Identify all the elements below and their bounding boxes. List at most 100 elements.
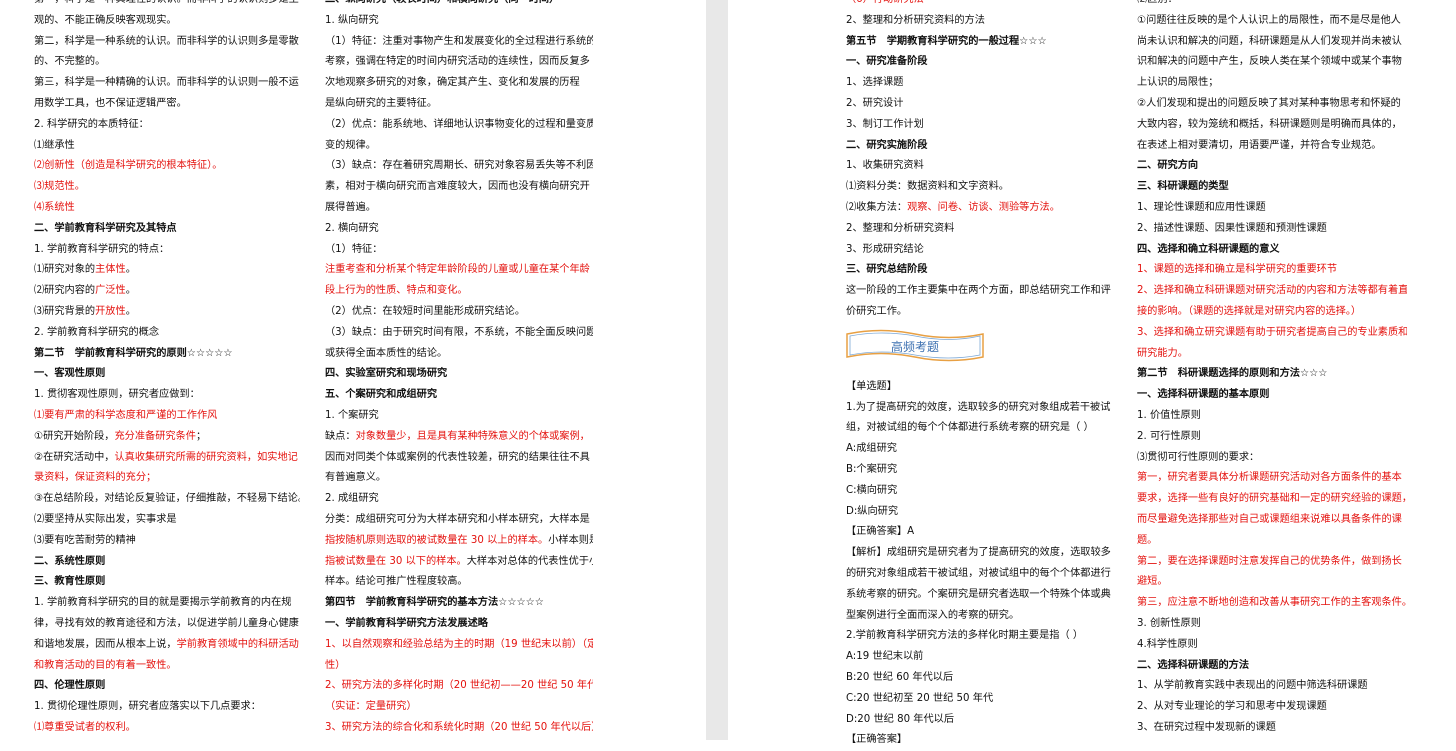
section-heading: 四、选择和确立科研课题的意义 bbox=[1137, 243, 1280, 255]
text-line: 素，相对于横向研究而言难度较大，因而也没有横向研究开 bbox=[325, 181, 590, 193]
text-line: B:个案研究 bbox=[846, 463, 898, 475]
text-line: 缺点：对象数量少，且是具有某种特殊意义的个体或案例， bbox=[325, 427, 593, 448]
text-line: 指被试数量在 30 以下的样本。大样本对总体的代表性优于小 bbox=[325, 552, 593, 573]
text-line: （3）缺点：由于研究时间有限，不系统，不能全面反映问题 bbox=[325, 326, 593, 338]
text-line: 2. 横向研究 bbox=[325, 222, 379, 234]
text-line: ⑴资料分类：数据资料和文字资料。 bbox=[846, 181, 1009, 193]
text-line: 第二，科学是一种系统的认识。而非科学的认识则多是零散 bbox=[34, 35, 299, 47]
text-line: 组，对被试组的每个个体都进行系统考察的研究是（ ） bbox=[846, 422, 1094, 434]
section-heading: 一、学前教育科学研究方法发展述略 bbox=[325, 617, 488, 629]
text-line: 1、从学前教育实践中表现出的问题中筛选科研课题 bbox=[1137, 680, 1368, 692]
highlight-text: 充分准备研究条件 bbox=[114, 430, 196, 442]
text-column-right-2: ⑵区别： ①问题往往反映的是个人认识上的局限性，而不是尽是他人尚未认识和解决的问题… bbox=[1137, 0, 1407, 739]
highlight-text: 指按随机原则选取的被试数量在 30 以上的样本。 bbox=[325, 534, 549, 546]
text-line: 2、整理和分析研究资料 bbox=[846, 222, 955, 234]
highlight-text: 指被试数量在 30 以下的样本。 bbox=[325, 555, 467, 567]
text-line: 研究能力。 bbox=[1137, 347, 1188, 359]
text-line: （3）缺点：存在着研究周期长、研究对象容易丢失等不利因 bbox=[325, 160, 593, 172]
section-heading: 三、教育性原则 bbox=[34, 576, 106, 588]
banner-label: 高频考题 bbox=[891, 339, 939, 354]
text-line: ⑶贯彻可行性原则的要求： bbox=[1137, 451, 1260, 463]
text-line: ⑴尊重受试者的权利。 bbox=[34, 721, 136, 733]
text-line: 避短。 bbox=[1137, 576, 1168, 588]
text-line: 3、研究方法的综合化和系统化时期（20 世纪 50 年代以后） bbox=[325, 721, 593, 733]
text-line: 指按随机原则选取的被试数量在 30 以上的样本。小样本则是 bbox=[325, 531, 593, 552]
text-line: D:20 世纪 80 年代以后 bbox=[846, 713, 955, 725]
text-line: （2）优点：在较短时间里能形成研究结论。 bbox=[325, 305, 526, 317]
highlight-text: 广泛性 bbox=[95, 285, 126, 297]
text-line: 和教育活动的目的有着一致性。 bbox=[34, 659, 177, 671]
text-line: 2、整理和分析研究资料的方法 bbox=[846, 14, 985, 26]
text-line: 在表述上相对要清切，用语要严谨，并符合专业规范。 bbox=[1137, 139, 1382, 151]
section-heading: 二、学前教育科学研究及其特点 bbox=[34, 222, 177, 234]
text-line: ①研究开始阶段，充分准备研究条件； bbox=[34, 427, 300, 448]
text-line: 2、研究设计 bbox=[846, 97, 904, 109]
text-line: ⑷系统性 bbox=[34, 201, 75, 213]
document-page-left: 第一，科学是一种真理性的认识。而非科学的认识则多是主观的、不能正确反映客观现实。… bbox=[0, 0, 706, 740]
text-line: 要求，选择一些有良好的研究基础和一定的研究经验的课题， bbox=[1137, 493, 1407, 505]
text-line: 和谐地发展，因而从根本上说，学前教育领域中的科研活动 bbox=[34, 635, 300, 656]
text-line: 2. 成组研究 bbox=[325, 493, 379, 505]
text-line: 【正确答案】A bbox=[846, 526, 915, 538]
text-column-left-1: 第一，科学是一种真理性的认识。而非科学的认识则多是主观的、不能正确反映客观现实。… bbox=[34, 0, 300, 739]
text-line: 1. 贯彻客观性原则，研究者应做到： bbox=[34, 389, 200, 401]
text-line: ⑵要坚持从实际出发，实事求是 bbox=[34, 513, 177, 525]
text-line: A:19 世纪末以前 bbox=[846, 651, 924, 663]
text-line: 的研究对象组成若干被试组，对被试组中的每个个体都进行 bbox=[846, 567, 1111, 579]
text-line: 第一，科学是一种真理性的认识。而非科学的认识则多是主 bbox=[34, 0, 300, 11]
plain-text: ⑵收集方法： bbox=[846, 201, 908, 213]
section-heading: 一、选择科研课题的基本原则 bbox=[1137, 389, 1270, 401]
document-page-right: （6）行动研究法 2、整理和分析研究资料的方法第五节 学期教育科学研究的一般过程☆… bbox=[728, 0, 1456, 745]
text-line: ⑵区别： bbox=[1137, 0, 1407, 11]
text-line: B:20 世纪 60 年代以后 bbox=[846, 671, 954, 683]
text-line: 1.为了提高研究的效度，选取较多的研究对象组成若干被试 bbox=[846, 401, 1111, 413]
text-line: 上认识的局限性； bbox=[1137, 77, 1219, 89]
text-line: 2. 科学研究的本质特征： bbox=[34, 118, 149, 130]
text-line: 3、在研究过程中发现新的课题 bbox=[1137, 721, 1276, 733]
text-line: （1）特征：注重对事物产生和发展变化的全过程进行系统的 bbox=[325, 35, 593, 47]
text-line: 3、制订工作计划 bbox=[846, 118, 924, 130]
highlight-text: 开放性 bbox=[95, 305, 126, 317]
text-line: ⑶研究背景的开放性。 bbox=[34, 302, 300, 323]
text-line: 样本。结论可推广性程度较高。 bbox=[325, 576, 468, 588]
text-line: 2.学前教育科学研究方法的多样化时期主要是指（ ） bbox=[846, 630, 1084, 642]
text-line: 3. 创新性原则 bbox=[1137, 617, 1201, 629]
text-line: 变的规律。 bbox=[325, 139, 376, 151]
text-line: ①问题往往反映的是个人认识上的局限性，而不是尽是他人 bbox=[1137, 14, 1401, 26]
text-line: 性） bbox=[325, 659, 346, 671]
text-line: 1、课题的选择和确立是科学研究的重要环节 bbox=[1137, 264, 1338, 276]
section-heading: 二、纵向研究（较长时间）和横向研究（同一时间） bbox=[325, 0, 593, 11]
page-gutter bbox=[706, 0, 728, 740]
plain-text: ⑶研究背景的 bbox=[34, 305, 96, 317]
text-column-left-2: 二、纵向研究（较长时间）和横向研究（同一时间） 1. 纵向研究 （1）特征：注重对事… bbox=[325, 0, 593, 739]
text-line: 考察，强调在特定的时间内研究活动的连续性，因而反复多 bbox=[325, 56, 590, 68]
text-line: 1. 学前教育科学研究的特点： bbox=[34, 243, 170, 255]
plain-text: ②在研究活动中， bbox=[34, 451, 115, 463]
text-line: 第三，科学是一种精确的认识。而非科学的认识则一般不运 bbox=[34, 77, 299, 89]
text-line: C:横向研究 bbox=[846, 484, 898, 496]
text-line: 题。 bbox=[1137, 534, 1158, 546]
section-heading: 二、研究方向 bbox=[1137, 160, 1199, 172]
text-line: （2）优点：能系统地、详细地认识事物变化的过程和量变质 bbox=[325, 118, 593, 130]
section-heading: 三、研究总结阶段 bbox=[846, 264, 928, 276]
text-line: 1、收集研究资料 bbox=[846, 160, 924, 172]
plain-text: 大样本对总体的代表性优于小 bbox=[466, 555, 593, 567]
text-line: D:纵向研究 bbox=[846, 505, 899, 517]
text-line: 2、研究方法的多样化时期（20 世纪初——20 世纪 50 年代） bbox=[325, 680, 593, 692]
plain-text: ⑴研究对象的 bbox=[34, 264, 96, 276]
text-line: 有普遍意义。 bbox=[325, 472, 387, 484]
text-line: ③在总结阶段，对结论反复验证，仔细推敲，不轻易下结论。 bbox=[34, 493, 300, 505]
text-line: C:20 世纪初至 20 世纪 50 年代 bbox=[846, 692, 994, 704]
text-line: 2. 可行性原则 bbox=[1137, 430, 1201, 442]
text-line: 2、从对专业理论的学习和思考中发现课题 bbox=[1137, 701, 1327, 713]
text-line: ⑶要有吃苦耐劳的精神 bbox=[34, 534, 136, 546]
text-line: 1. 个案研究 bbox=[325, 409, 379, 421]
text-line: 型案例进行全面而深入的考察的研究。 bbox=[846, 609, 1020, 621]
text-line: 1. 贯彻伦理性原则，研究者应落实以下几点要求： bbox=[34, 701, 261, 713]
text-line: 录资料，保证资料的充分； bbox=[34, 472, 157, 484]
text-line: 识和解决的问题中产生，反映人类在某个领域中或某个事物 bbox=[1137, 56, 1402, 68]
plain-text: 缺点： bbox=[325, 430, 356, 442]
text-line: 这一阶段的工作主要集中在两个方面，即总结研究工作和评 bbox=[846, 285, 1111, 297]
text-line: ⑴要有严肃的科学态度和严谨的工作作风 bbox=[34, 409, 218, 421]
text-line: 1. 纵向研究 bbox=[325, 14, 379, 26]
